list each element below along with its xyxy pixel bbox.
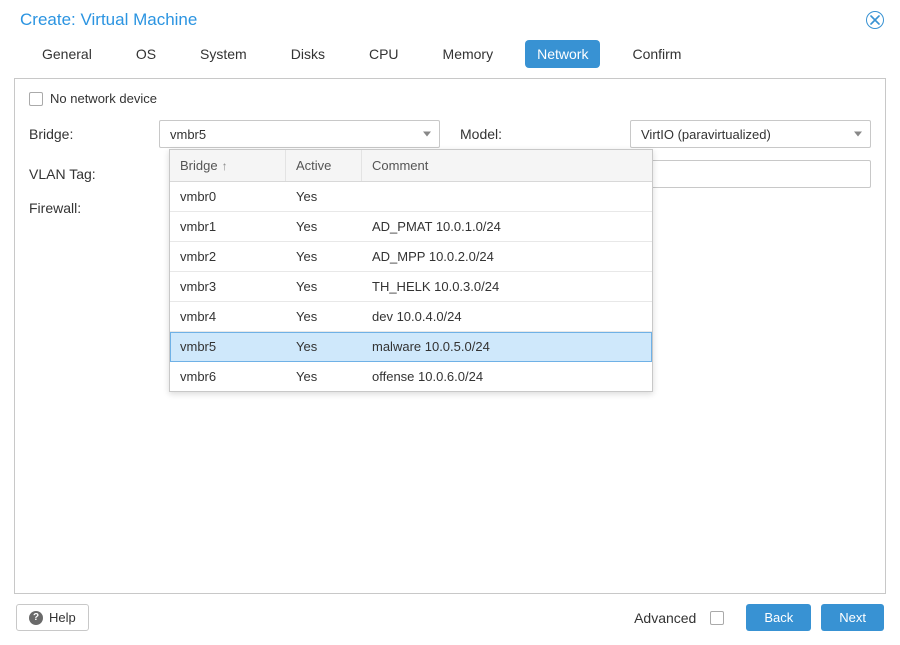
dialog-body: No network device Bridge: Model: xyxy=(14,78,886,594)
bridge-combobox[interactable] xyxy=(159,120,440,148)
cell-comment xyxy=(362,182,652,211)
no-network-label: No network device xyxy=(50,91,157,106)
tab-confirm[interactable]: Confirm xyxy=(620,40,693,68)
bridge-input[interactable] xyxy=(168,126,415,143)
col-header-bridge-label: Bridge xyxy=(180,158,218,173)
cell-active: Yes xyxy=(286,362,362,391)
cell-bridge: vmbr4 xyxy=(170,302,286,331)
no-network-row: No network device xyxy=(29,91,871,106)
cell-comment: AD_PMAT 10.0.1.0/24 xyxy=(362,212,652,241)
sort-asc-icon: ↑ xyxy=(222,159,228,173)
model-input[interactable] xyxy=(639,126,846,143)
bridge-option-vmbr5[interactable]: vmbr5Yesmalware 10.0.5.0/24 xyxy=(170,332,652,362)
col-header-active[interactable]: Active xyxy=(286,150,362,181)
tab-os[interactable]: OS xyxy=(124,40,168,68)
cell-comment: TH_HELK 10.0.3.0/24 xyxy=(362,272,652,301)
model-label: Model: xyxy=(460,126,630,142)
close-button[interactable] xyxy=(866,11,884,29)
dialog-footer: ? Help Advanced Back Next xyxy=(0,594,900,645)
cell-comment: malware 10.0.5.0/24 xyxy=(362,332,652,361)
cell-bridge: vmbr3 xyxy=(170,272,286,301)
no-network-checkbox[interactable] xyxy=(29,92,43,106)
tab-memory[interactable]: Memory xyxy=(431,40,506,68)
bridge-dropdown: Bridge ↑ Active Comment vmbr0Yesvmbr1Yes… xyxy=(169,149,653,392)
cell-active: Yes xyxy=(286,302,362,331)
create-vm-dialog: Create: Virtual Machine General OS System D… xyxy=(0,0,900,645)
advanced-label: Advanced xyxy=(634,610,696,626)
cell-bridge: vmbr5 xyxy=(170,332,286,361)
bridge-option-vmbr3[interactable]: vmbr3YesTH_HELK 10.0.3.0/24 xyxy=(170,272,652,302)
cell-comment: offense 10.0.6.0/24 xyxy=(362,362,652,391)
bridge-label: Bridge: xyxy=(29,126,159,142)
tab-general[interactable]: General xyxy=(30,40,104,68)
col-header-bridge[interactable]: Bridge ↑ xyxy=(170,150,286,181)
model-combobox[interactable] xyxy=(630,120,871,148)
back-button[interactable]: Back xyxy=(746,604,811,631)
cell-active: Yes xyxy=(286,332,362,361)
tab-network[interactable]: Network xyxy=(525,40,600,68)
bridge-option-vmbr1[interactable]: vmbr1YesAD_PMAT 10.0.1.0/24 xyxy=(170,212,652,242)
chevron-down-icon xyxy=(423,132,431,137)
cell-active: Yes xyxy=(286,272,362,301)
bridge-option-vmbr0[interactable]: vmbr0Yes xyxy=(170,182,652,212)
advanced-checkbox[interactable] xyxy=(710,611,724,625)
col-header-comment-label: Comment xyxy=(372,158,428,173)
cell-bridge: vmbr2 xyxy=(170,242,286,271)
next-button[interactable]: Next xyxy=(821,604,884,631)
dialog-header: Create: Virtual Machine xyxy=(0,0,900,34)
macaddr-input[interactable] xyxy=(630,160,871,188)
col-header-comment[interactable]: Comment xyxy=(362,150,652,181)
bridge-option-vmbr2[interactable]: vmbr2YesAD_MPP 10.0.2.0/24 xyxy=(170,242,652,272)
firewall-label: Firewall: xyxy=(29,200,159,216)
tab-system[interactable]: System xyxy=(188,40,259,68)
tab-disks[interactable]: Disks xyxy=(279,40,337,68)
bridge-dropdown-header: Bridge ↑ Active Comment xyxy=(170,150,652,182)
help-button[interactable]: ? Help xyxy=(16,604,89,631)
cell-bridge: vmbr6 xyxy=(170,362,286,391)
help-icon: ? xyxy=(29,611,43,625)
cell-active: Yes xyxy=(286,242,362,271)
bridge-option-vmbr4[interactable]: vmbr4Yesdev 10.0.4.0/24 xyxy=(170,302,652,332)
vlan-label: VLAN Tag: xyxy=(29,166,159,182)
wizard-tabs: General OS System Disks CPU Memory Network Conf… xyxy=(0,34,900,78)
cell-active: Yes xyxy=(286,212,362,241)
bridge-option-vmbr6[interactable]: vmbr6Yesoffense 10.0.6.0/24 xyxy=(170,362,652,391)
bridge-model-row: Bridge: Model: xyxy=(29,120,871,148)
cell-bridge: vmbr1 xyxy=(170,212,286,241)
help-label: Help xyxy=(49,610,76,625)
dialog-title: Create: Virtual Machine xyxy=(20,10,866,30)
cell-active: Yes xyxy=(286,182,362,211)
cell-comment: dev 10.0.4.0/24 xyxy=(362,302,652,331)
bridge-dropdown-body: vmbr0Yesvmbr1YesAD_PMAT 10.0.1.0/24vmbr2… xyxy=(170,182,652,391)
tab-cpu[interactable]: CPU xyxy=(357,40,411,68)
close-icon xyxy=(870,15,880,25)
cell-bridge: vmbr0 xyxy=(170,182,286,211)
cell-comment: AD_MPP 10.0.2.0/24 xyxy=(362,242,652,271)
chevron-down-icon xyxy=(854,132,862,137)
col-header-active-label: Active xyxy=(296,158,331,173)
